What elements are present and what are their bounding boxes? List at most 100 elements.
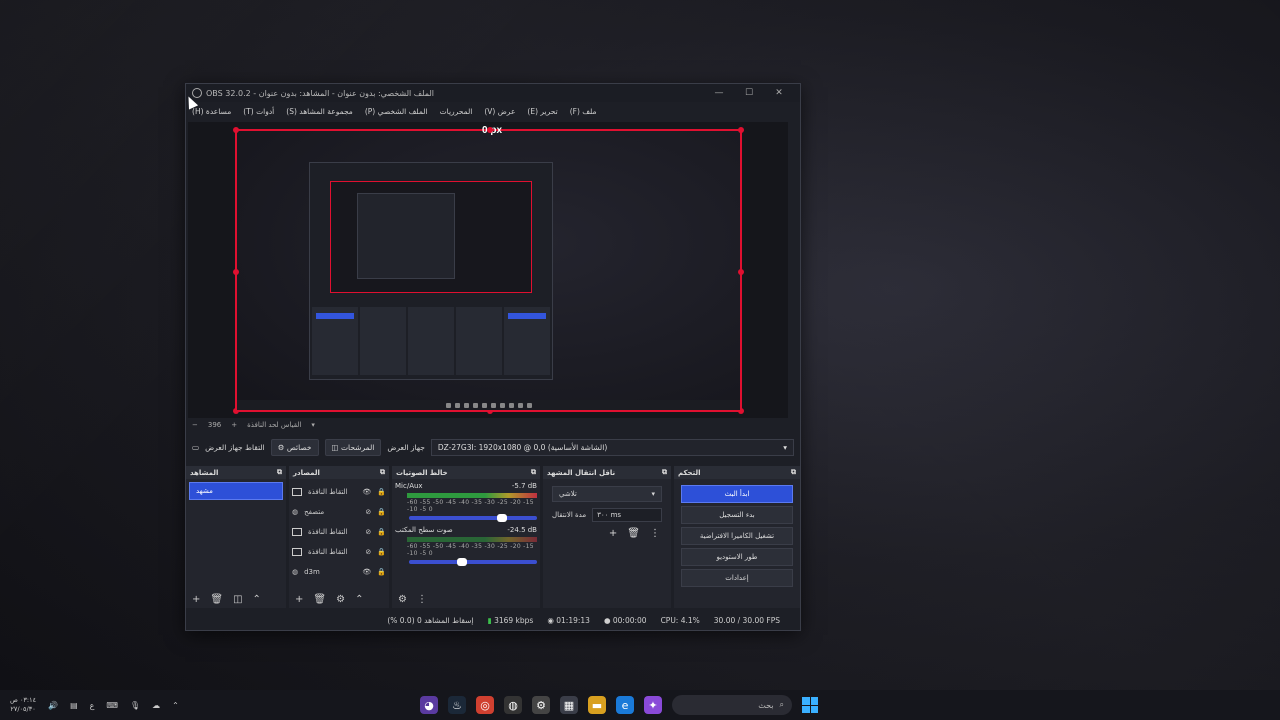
monitor-icon: ▭ — [192, 442, 200, 452]
edge-icon[interactable]: e — [616, 696, 634, 714]
volume-slider[interactable] — [409, 514, 537, 522]
search-icon: ⌕ — [779, 700, 784, 709]
source-item[interactable]: التقاط النافذة ⊘ 🔒 — [292, 522, 386, 542]
undock-icon[interactable]: ⧉ — [791, 468, 796, 477]
discord-icon[interactable]: ◕ — [420, 696, 438, 714]
menu-profile[interactable]: الملف الشخصي (P) — [365, 107, 428, 116]
lock-icon[interactable]: 🔒 — [377, 488, 386, 496]
resize-handle[interactable] — [738, 269, 744, 275]
menu-docks[interactable]: المحرريات — [440, 107, 473, 116]
filters-button[interactable]: ◫ المرشحات — [324, 438, 382, 456]
zoom-bar: − 396 + القياس لحد النافذة ▾ — [186, 418, 800, 432]
resize-handle[interactable] — [233, 127, 239, 133]
chevron-up-icon[interactable]: ⌃ — [172, 701, 179, 710]
cpu-usage: CPU: 4.1% — [660, 615, 700, 625]
maximize-button[interactable]: ☐ — [734, 88, 764, 98]
file-explorer-icon[interactable]: ▬ — [588, 696, 606, 714]
mixer-settings-icon[interactable]: ⚙ — [398, 594, 407, 605]
delete-source-button[interactable]: 🗑 — [313, 594, 326, 605]
close-button[interactable]: ✕ — [764, 88, 794, 98]
scene-item[interactable]: مشهد — [189, 482, 283, 500]
studio-mode-button[interactable]: طور الاستوديو — [681, 548, 793, 566]
move-up-button[interactable]: ⌃ — [355, 594, 363, 605]
eye-hidden-icon[interactable]: ⊘ — [365, 528, 371, 536]
virtual-camera-button[interactable]: تشغيل الكاميرا الافتراضية — [681, 527, 793, 545]
eye-icon[interactable]: 👁 — [362, 568, 371, 576]
add-transition-button[interactable]: + — [609, 528, 617, 539]
scenes-dock: المشاهد ⧉ مشهد + 🗑 ◫ ⌃ — [186, 466, 286, 608]
move-up-button[interactable]: ⌃ — [253, 594, 261, 605]
volume-icon[interactable]: 🔊 — [48, 701, 58, 710]
volume-slider[interactable] — [409, 558, 537, 566]
undock-icon[interactable]: ⧉ — [277, 468, 282, 477]
settings-icon[interactable]: ⚙ — [532, 696, 550, 714]
scene-filters-button[interactable]: ◫ — [233, 594, 242, 605]
delete-scene-button[interactable]: 🗑 — [210, 594, 223, 605]
source-settings-button[interactable]: ⚙ — [336, 594, 345, 605]
resize-handle[interactable] — [233, 269, 239, 275]
display-select[interactable]: DZ-27G3I: 1920x1080 @ 0,0 (الشاشة الأساس… — [430, 438, 794, 456]
resize-handle[interactable] — [487, 127, 493, 133]
preview-area[interactable]: 0 px — [188, 122, 788, 418]
zoom-in-button[interactable]: + — [231, 421, 237, 429]
source-item[interactable]: ◍ متصفح ⊘ 🔒 — [292, 502, 386, 522]
display-value: DZ-27G3I: 1920x1080 @ 0,0 (الشاشة الأساس… — [437, 442, 608, 452]
microphone-icon[interactable]: 🎙 — [130, 701, 140, 710]
menu-tools[interactable]: أدوات (T) — [243, 107, 274, 116]
copilot-icon[interactable]: ✦ — [644, 696, 662, 714]
channel-level: -24.5 dB — [507, 526, 537, 534]
undock-icon[interactable]: ⧉ — [662, 468, 667, 477]
zoom-fit-select[interactable]: القياس لحد النافذة — [247, 421, 301, 429]
settings-button[interactable]: إعدادات — [681, 569, 793, 587]
duration-input[interactable]: ٣٠٠ ms — [592, 508, 662, 522]
menu-edit[interactable]: تحرير (E) — [527, 107, 557, 116]
mixer-title: خالط الصوتيات — [396, 468, 448, 477]
language-indicator[interactable]: ع — [90, 701, 95, 710]
start-recording-button[interactable]: بدء التسجيل — [681, 506, 793, 524]
undock-icon[interactable]: ⧉ — [531, 468, 536, 477]
source-item[interactable]: التقاط النافذة ⊘ 🔒 — [292, 542, 386, 562]
start-button-icon[interactable] — [802, 697, 818, 713]
controls-title: التحكم — [678, 468, 701, 477]
undock-icon[interactable]: ⧉ — [380, 468, 385, 477]
properties-button[interactable]: ⚙ خصائص — [270, 438, 319, 456]
add-source-button[interactable]: + — [295, 594, 303, 605]
zoom-out-button[interactable]: − — [192, 421, 198, 429]
add-scene-button[interactable]: + — [192, 594, 200, 605]
lock-icon[interactable]: 🔒 — [377, 508, 386, 516]
obs-window: OBS 32.0.2 - الملف الشخصي: بدون عنوان - … — [185, 83, 801, 631]
steam-icon[interactable]: ♨ — [448, 696, 466, 714]
menu-view[interactable]: عرض (V) — [484, 107, 515, 116]
chrome-icon[interactable]: ◎ — [476, 696, 494, 714]
search-box[interactable]: بحث ⌕ — [672, 695, 792, 715]
store-icon[interactable]: ▦ — [560, 696, 578, 714]
onedrive-icon[interactable]: ☁ — [152, 701, 160, 710]
menu-file[interactable]: ملف (F) — [570, 107, 597, 116]
obs-taskbar-icon[interactable]: ◍ — [504, 696, 522, 714]
lock-icon[interactable]: 🔒 — [377, 548, 386, 556]
transition-select[interactable]: تلاشي ▾ — [552, 486, 662, 502]
menu-help[interactable]: مساعدة (H) — [192, 107, 231, 116]
clock[interactable]: ٠٣:١٤ ص ٢٧/٠٥/٣٠ — [10, 696, 36, 714]
eye-hidden-icon[interactable]: ⊘ — [365, 508, 371, 516]
eye-icon[interactable]: 👁 — [362, 488, 371, 496]
menu-scene-collection[interactable]: مجموعة المشاهد (S) — [286, 107, 353, 116]
lock-icon[interactable]: 🔒 — [377, 568, 386, 576]
lock-icon[interactable]: 🔒 — [377, 528, 386, 536]
properties-label: خصائص — [286, 442, 312, 452]
window-icon — [292, 528, 302, 536]
source-item[interactable]: ◍ d3m 👁 🔒 — [292, 562, 386, 582]
start-streaming-button[interactable]: ابدأ البث — [681, 485, 793, 503]
preview-canvas[interactable]: 0 px — [233, 125, 744, 414]
delete-transition-button[interactable]: 🗑 — [627, 528, 640, 539]
chevron-down-icon[interactable]: ▾ — [311, 421, 315, 429]
resize-handle[interactable] — [738, 127, 744, 133]
keyboard-icon[interactable]: ⌨ — [106, 701, 118, 710]
more-options-icon[interactable]: ⋮ — [417, 594, 427, 605]
source-item[interactable]: التقاط النافذة 👁 🔒 — [292, 482, 386, 502]
network-icon[interactable]: ▤ — [70, 701, 78, 710]
minimize-button[interactable]: — — [704, 88, 734, 98]
eye-hidden-icon[interactable]: ⊘ — [365, 548, 371, 556]
more-options-icon[interactable]: ⋮ — [650, 528, 660, 539]
meter-scale: -60 -55 -50 -45 -40 -35 -30 -25 -20 -15 … — [407, 499, 534, 513]
